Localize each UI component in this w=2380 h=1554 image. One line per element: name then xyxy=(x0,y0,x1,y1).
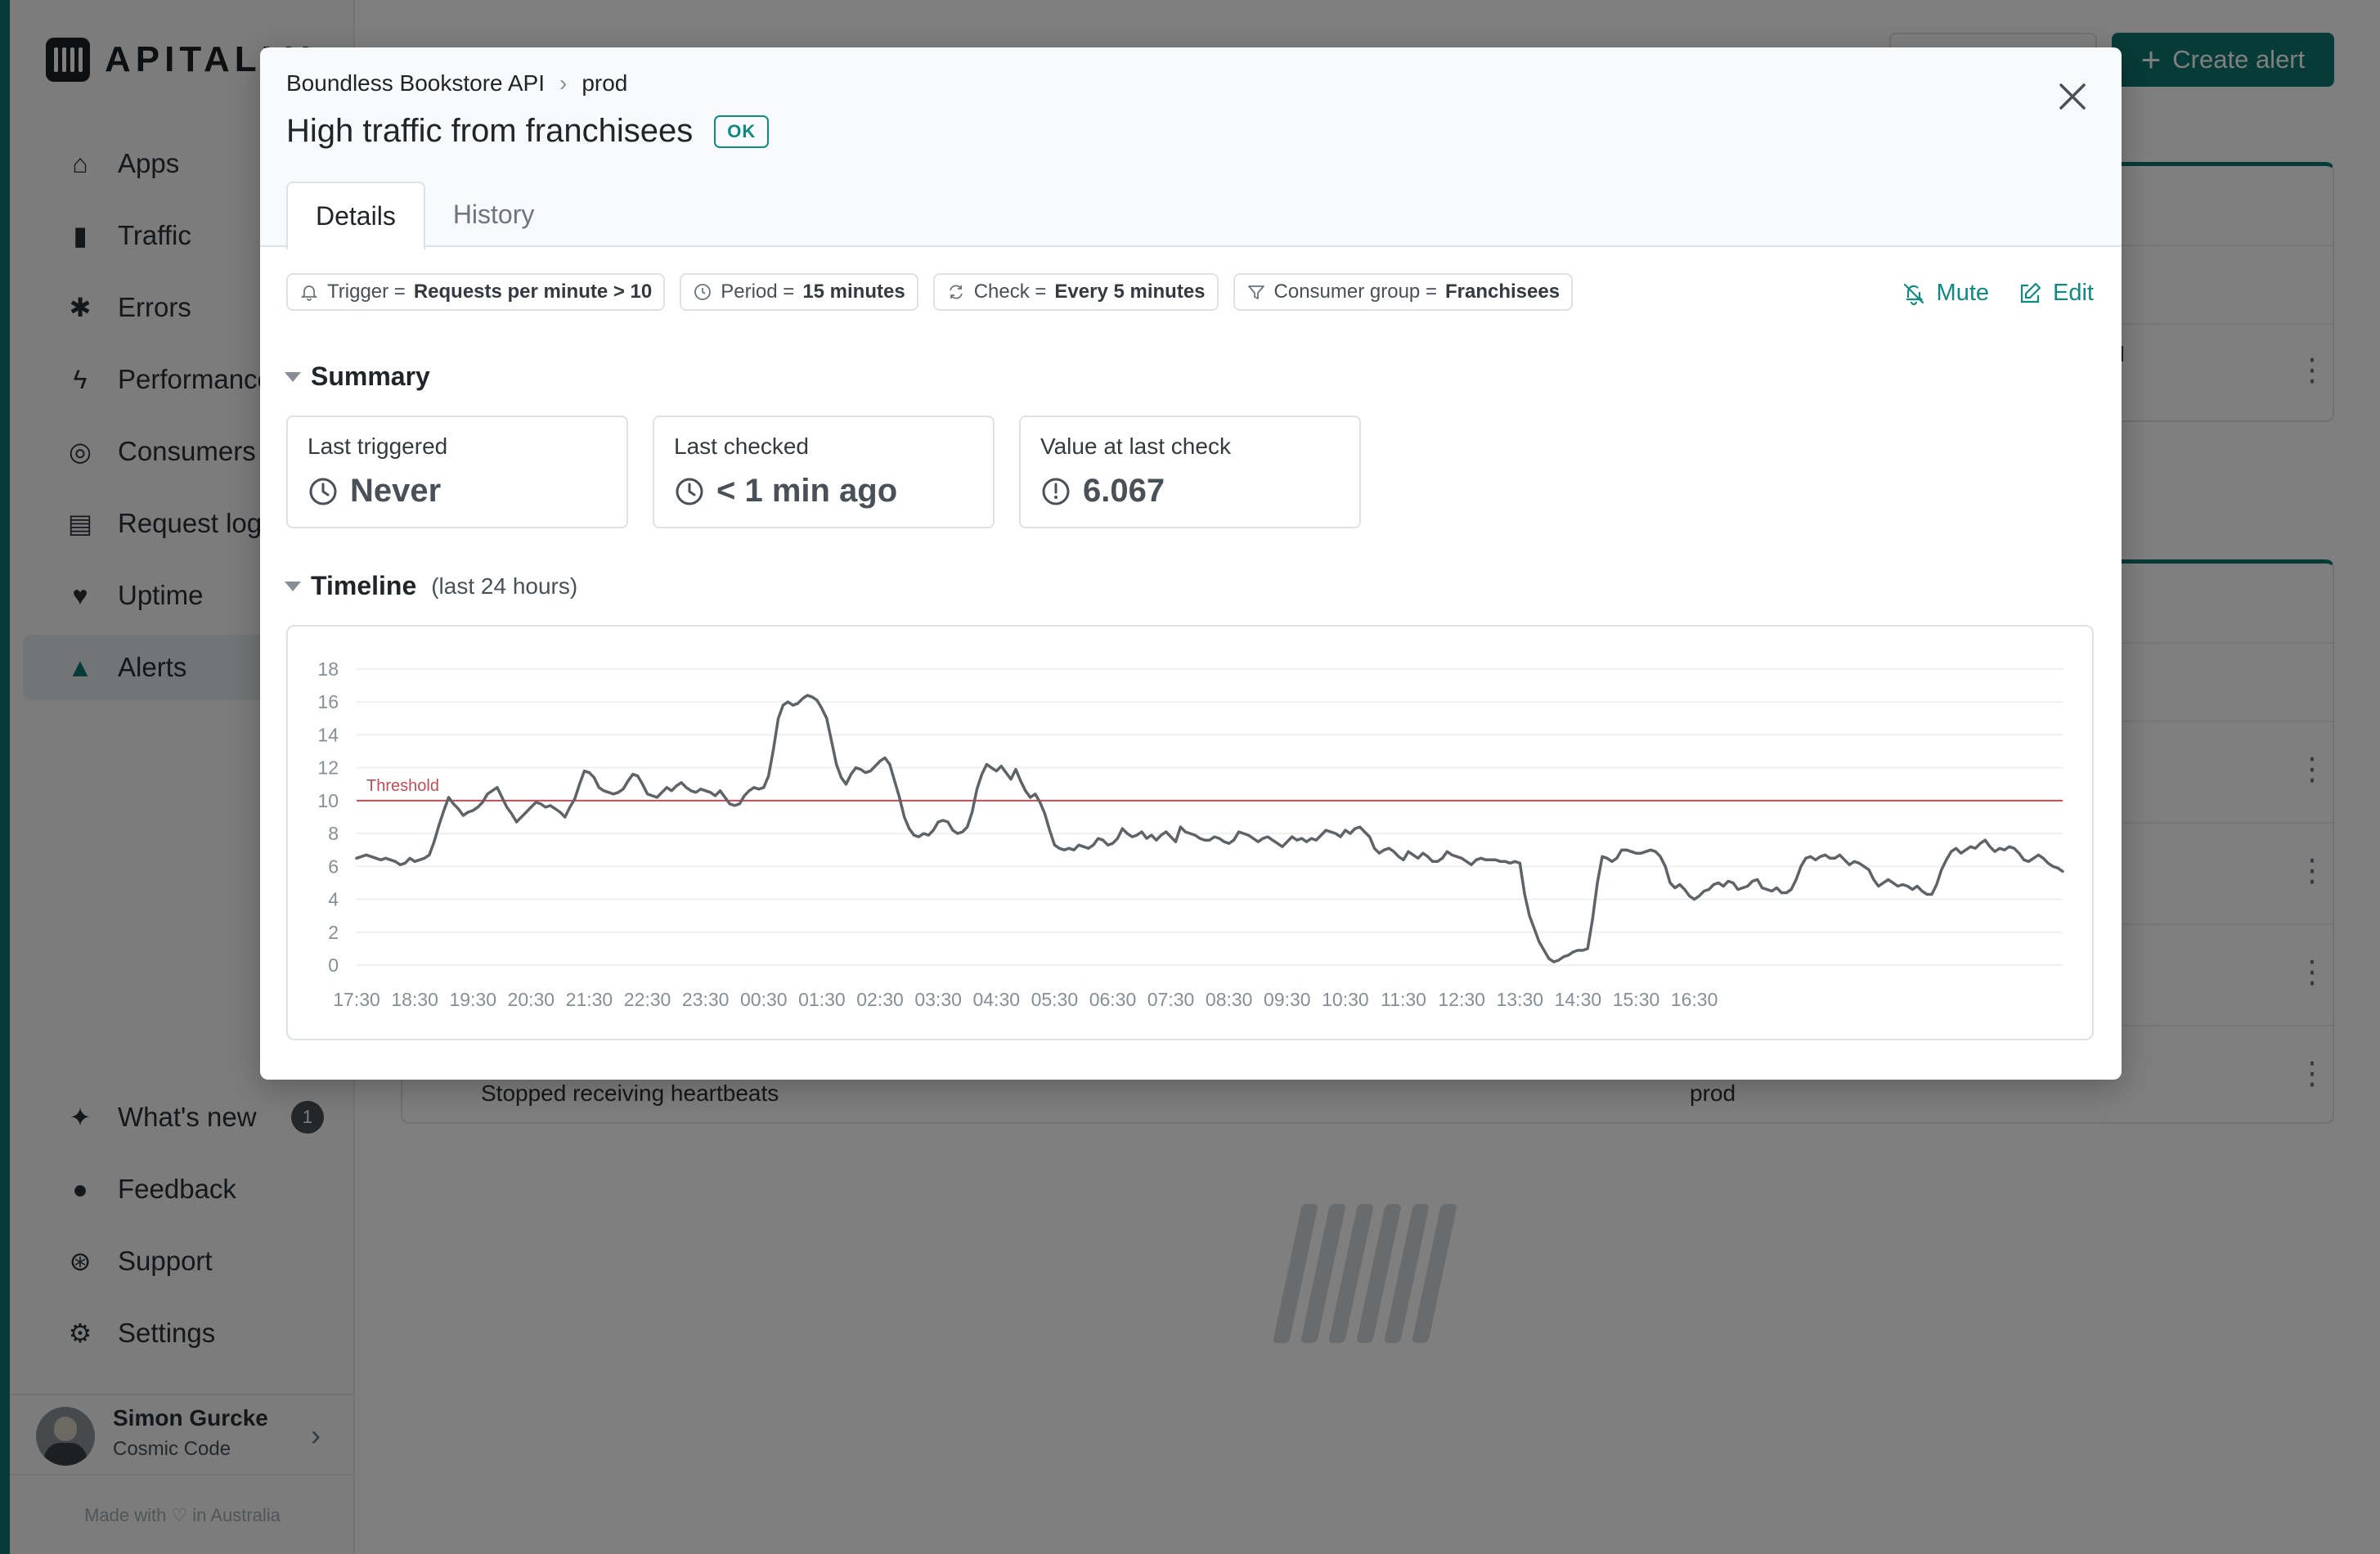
bell-off-icon xyxy=(1903,283,1924,305)
y-tick-label: 16 xyxy=(317,691,339,712)
edit-button[interactable]: Edit xyxy=(2017,280,2094,307)
edit-icon xyxy=(2020,282,2041,303)
stat-value: Never xyxy=(350,473,442,509)
y-tick-label: 14 xyxy=(317,724,339,745)
breadcrumb: Boundless Bookstore API › prod xyxy=(286,70,627,97)
y-tick-label: 0 xyxy=(328,954,339,976)
x-tick-label: 14:30 xyxy=(1555,989,1602,1010)
timeline-chart: 0 2 4 6 8 10 12 14 16 18 17:30 18:30 19:30 20:30 21:30… xyxy=(286,625,2094,1040)
stat-last-checked: Last checked < 1 min ago xyxy=(653,415,995,528)
x-tick-label: 13:30 xyxy=(1496,989,1543,1010)
modal-title: High traffic from franchisees OK xyxy=(286,113,770,150)
condition-period: Period = 15 minutes xyxy=(680,273,918,311)
stat-value-at-last-check: Value at last check 6.067 xyxy=(1019,415,1361,528)
x-tick-label: 12:30 xyxy=(1438,989,1485,1010)
clock-icon xyxy=(676,478,703,505)
alert-actions: Mute Edit xyxy=(1901,280,2094,307)
caret-down-icon xyxy=(285,581,301,591)
y-tick-label: 8 xyxy=(328,823,339,844)
threshold-label: Threshold xyxy=(366,777,439,795)
tab-history[interactable]: History xyxy=(425,182,563,249)
condition-check: Check = Every 5 minutes xyxy=(932,273,1219,311)
condition-value: Every 5 minutes xyxy=(1054,281,1206,303)
condition-consumer-group: Consumer group = Franchisees xyxy=(1233,273,1574,311)
stat-value-row: < 1 min ago xyxy=(674,473,897,510)
mute-button[interactable]: Mute xyxy=(1901,280,1989,307)
summary-title: Summary xyxy=(311,362,430,391)
y-tick-label: 4 xyxy=(328,889,339,910)
timeline-chart-svg: 0 2 4 6 8 10 12 14 16 18 17:30 18:30 19:30 20:30 21:30… xyxy=(317,658,2064,1010)
x-tick-label: 23:30 xyxy=(682,989,730,1010)
x-tick-label: 04:30 xyxy=(972,989,1020,1010)
clock-icon xyxy=(694,284,712,300)
timeline-section-toggle[interactable]: Timeline (last 24 hours) xyxy=(285,571,577,601)
timeline-title: Timeline xyxy=(311,571,417,600)
breadcrumb-env[interactable]: prod xyxy=(582,70,627,97)
edit-label: Edit xyxy=(2053,280,2094,306)
x-tick-label: 20:30 xyxy=(508,989,555,1010)
x-tick-label: 21:30 xyxy=(566,989,613,1010)
stat-label: Last checked xyxy=(674,433,809,459)
condition-value: Franchisees xyxy=(1444,281,1560,303)
x-tick-label: 09:30 xyxy=(1264,989,1311,1010)
close-icon[interactable] xyxy=(2051,75,2094,118)
condition-key: Period = xyxy=(721,281,795,303)
x-tick-label: 16:30 xyxy=(1671,989,1718,1010)
stat-value: < 1 min ago xyxy=(716,473,898,509)
modal-tabs: Details History xyxy=(286,182,562,250)
bell-alert-icon xyxy=(300,285,318,301)
x-tick-label: 03:30 xyxy=(914,989,962,1010)
alert-conditions: Trigger = Requests per minute > 10 Perio… xyxy=(286,273,1574,311)
x-tick-label: 07:30 xyxy=(1147,989,1195,1010)
condition-key: Trigger = xyxy=(327,281,406,303)
x-tick-label: 17:30 xyxy=(333,989,380,1010)
x-tick-label: 15:30 xyxy=(1613,989,1660,1010)
x-tick-label: 22:30 xyxy=(624,989,671,1010)
condition-key: Check = xyxy=(973,281,1047,303)
x-tick-label: 11:30 xyxy=(1381,989,1426,1010)
x-tick-label: 05:30 xyxy=(1031,989,1079,1010)
stat-last-triggered: Last triggered Never xyxy=(286,415,628,528)
alert-title: High traffic from franchisees xyxy=(286,113,694,149)
x-tick-label: 10:30 xyxy=(1322,989,1369,1010)
timeline-subtitle: (last 24 hours) xyxy=(431,573,578,599)
x-tick-label: 19:30 xyxy=(449,989,496,1010)
x-tick-label: 00:30 xyxy=(740,989,788,1010)
refresh-icon xyxy=(949,285,963,299)
x-tick-label: 06:30 xyxy=(1089,989,1137,1010)
x-tick-label: 18:30 xyxy=(391,989,438,1010)
stat-value: 6.067 xyxy=(1083,473,1165,509)
tab-details[interactable]: Details xyxy=(286,182,425,250)
stat-value-row: 6.067 xyxy=(1040,473,1165,510)
condition-trigger: Trigger = Requests per minute > 10 xyxy=(286,273,666,311)
y-tick-label: 2 xyxy=(328,922,339,943)
condition-key: Consumer group = xyxy=(1273,281,1437,303)
x-tick-label: 02:30 xyxy=(856,989,904,1010)
mute-label: Mute xyxy=(1936,280,1990,306)
status-badge: OK xyxy=(714,115,770,148)
stat-value-row: Never xyxy=(308,473,441,510)
y-tick-label: 10 xyxy=(317,790,339,811)
clock-icon xyxy=(309,478,337,505)
filter-icon xyxy=(1247,285,1264,299)
gauge-icon xyxy=(1042,478,1070,505)
y-tick-label: 18 xyxy=(317,658,339,680)
caret-down-icon xyxy=(285,371,301,382)
breadcrumb-app[interactable]: Boundless Bookstore API xyxy=(286,70,545,97)
condition-value: Requests per minute > 10 xyxy=(413,281,653,303)
modal-header: Boundless Bookstore API › prod High traf… xyxy=(260,47,2122,250)
y-tick-label: 12 xyxy=(317,757,339,779)
condition-value: 15 minutes xyxy=(802,281,905,303)
chevron-right-icon: › xyxy=(559,70,568,96)
x-tick-label: 01:30 xyxy=(798,989,846,1010)
stat-label: Value at last check xyxy=(1040,433,1231,459)
x-tick-label: 08:30 xyxy=(1206,989,1253,1010)
summary-section-toggle[interactable]: Summary xyxy=(285,362,430,392)
y-tick-label: 6 xyxy=(328,856,339,877)
stat-label: Last triggered xyxy=(308,433,448,459)
alert-details-modal: Boundless Bookstore API › prod High traf… xyxy=(260,47,2122,1080)
